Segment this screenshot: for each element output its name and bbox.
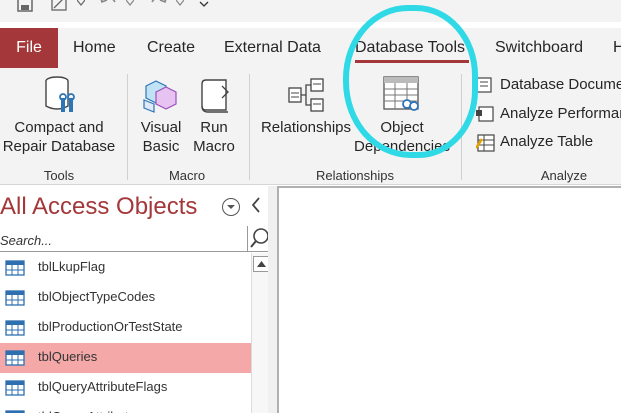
relationships-button[interactable]: Relationships: [258, 68, 354, 160]
group-label-tools: Tools: [43, 168, 75, 183]
group-separator: [127, 74, 128, 180]
list-item-label: tblQueryAttributeFlags: [38, 379, 168, 394]
analyze-table-icon: [474, 134, 496, 159]
redo-icon[interactable]: [147, 0, 171, 14]
ribbon-panel: Compact and Repair Database Tools Visual…: [0, 68, 621, 185]
tab-home[interactable]: Home: [73, 28, 116, 68]
object-dependencies-label-2: Dependencies: [354, 138, 450, 155]
table-icon: [5, 320, 25, 341]
nav-pane-title[interactable]: All Access Objects: [0, 193, 197, 221]
compact-repair-icon: [44, 76, 78, 122]
active-tab-indicator: [355, 60, 469, 63]
group-label-macro: Macro: [168, 168, 206, 183]
run-macro-icon: [198, 76, 232, 120]
list-item[interactable]: tblQueryAttributes: [0, 403, 251, 413]
group-label-relationships: Relationships: [315, 168, 395, 183]
list-item[interactable]: tblProductionOrTestState: [0, 313, 251, 343]
chevron-down-icon[interactable]: [76, 0, 86, 14]
group-label-analyze: Analyze: [540, 168, 588, 183]
list-item[interactable]: tblQueryAttributeFlags: [0, 373, 251, 403]
compact-repair-label-2: Repair Database: [2, 138, 116, 155]
collapse-chevron-icon[interactable]: [250, 196, 262, 218]
main-workspace: [277, 186, 621, 413]
list-item-label: tblObjectTypeCodes: [38, 289, 156, 304]
compact-repair-label-1: Compact and: [14, 119, 104, 136]
database-documenter-button[interactable]: Database Docume: [476, 74, 621, 96]
chevron-down-icon[interactable]: [175, 0, 185, 14]
relationships-label: Relationships: [260, 119, 352, 136]
list-item-label: tblQueryAttributes: [38, 409, 142, 413]
table-icon: [5, 350, 25, 371]
relationships-icon: [288, 78, 324, 118]
visual-basic-icon: [142, 76, 180, 120]
tab-create[interactable]: Create: [147, 28, 195, 68]
nav-object-list: tblLkupFlag tblObjectTypeCodes tblProduc…: [0, 253, 251, 413]
list-item[interactable]: tblObjectTypeCodes: [0, 283, 251, 313]
tab-cut-off[interactable]: H: [613, 28, 621, 68]
table-icon: [5, 380, 25, 401]
object-dependencies-icon: [383, 76, 421, 120]
object-dependencies-button[interactable]: Object Dependencies: [353, 68, 451, 160]
group-separator: [249, 74, 250, 180]
analyze-performance-icon: [476, 106, 494, 129]
list-item-selected[interactable]: tblQueries: [0, 343, 251, 373]
database-documenter-label: Database Docume: [500, 76, 621, 93]
visual-basic-label-2: Basic: [142, 138, 180, 155]
navigation-pane: All Access Objects tblLkupFlag tblObject…: [0, 186, 276, 413]
ribbon-tab-bar: File Home Create External Data Database …: [0, 28, 621, 68]
tab-file[interactable]: File: [0, 28, 58, 68]
analyze-performance-label: Analyze Performar: [500, 105, 621, 122]
analyze-table-label: Analyze Table: [500, 133, 594, 150]
object-dependencies-label-1: Object: [380, 119, 424, 136]
run-macro-label-2: Macro: [193, 138, 235, 155]
table-icon: [5, 260, 25, 281]
visual-basic-button[interactable]: Visual Basic: [136, 68, 186, 160]
tab-external-data[interactable]: External Data: [224, 28, 321, 68]
save-icon[interactable]: [14, 0, 36, 14]
analyze-table-button[interactable]: Analyze Table: [474, 131, 621, 153]
nav-search-input[interactable]: [0, 230, 246, 250]
table-icon: [5, 290, 25, 311]
customize-qat-icon[interactable]: [198, 0, 210, 14]
tab-switchboard[interactable]: Switchboard: [495, 28, 583, 68]
list-item-label: tblProductionOrTestState: [38, 319, 183, 334]
list-item-label: tblQueries: [38, 349, 98, 364]
form-icon[interactable]: [48, 0, 70, 14]
dropdown-icon[interactable]: [222, 198, 240, 216]
run-macro-button[interactable]: Run Macro: [190, 68, 238, 160]
nav-search-box: [0, 226, 270, 252]
list-item[interactable]: tblLkupFlag: [0, 253, 251, 283]
visual-basic-label-1: Visual: [140, 119, 182, 136]
quick-access-toolbar: [0, 0, 621, 22]
group-separator: [461, 74, 462, 180]
database-documenter-icon: [476, 77, 494, 100]
list-item-label: tblLkupFlag: [38, 259, 106, 274]
run-macro-label-1: Run: [200, 119, 228, 136]
pane-splitter[interactable]: [268, 186, 277, 413]
chevron-down-icon[interactable]: [125, 0, 135, 14]
compact-repair-button[interactable]: Compact and Repair Database: [0, 68, 118, 160]
analyze-performance-button[interactable]: Analyze Performar: [476, 103, 621, 125]
undo-icon[interactable]: [96, 0, 120, 14]
